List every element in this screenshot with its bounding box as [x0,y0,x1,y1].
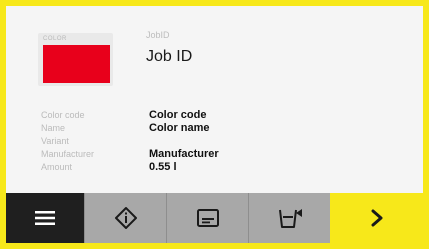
card-icon [196,209,219,227]
variant-value [149,135,219,147]
color-code-value: Color code [149,109,207,121]
swatch-label: COLOR [43,36,67,42]
menu-icon [35,211,55,225]
info-button[interactable] [84,193,166,243]
job-info-panel: COLOR JobID Job ID Color code Color code… [6,6,423,193]
manufacturer-value: Manufacturer [149,148,219,160]
chevron-right-icon [371,209,382,227]
can-eject-button[interactable] [248,193,330,243]
amount-label: Amount [41,162,73,172]
manufacturer-label: Manufacturer [41,149,95,159]
card-button[interactable] [166,193,248,243]
job-id-value: Job ID [146,48,193,65]
amount-value: 0.55 l [149,161,177,173]
next-button[interactable] [330,193,423,243]
info-diamond-icon [114,207,137,229]
color-info-list: Color code Color code Name Color name Va… [41,109,219,173]
can-eject-icon [278,209,302,228]
color-swatch [43,45,110,83]
name-value: Color name [149,122,210,134]
bottom-toolbar [6,193,423,243]
job-id-caption: JobID [146,30,170,40]
name-label: Name [41,123,66,133]
color-code-label: Color code [41,110,85,120]
color-swatch-card: COLOR [38,33,113,86]
variant-label: Variant [41,136,69,146]
menu-button[interactable] [6,193,84,243]
